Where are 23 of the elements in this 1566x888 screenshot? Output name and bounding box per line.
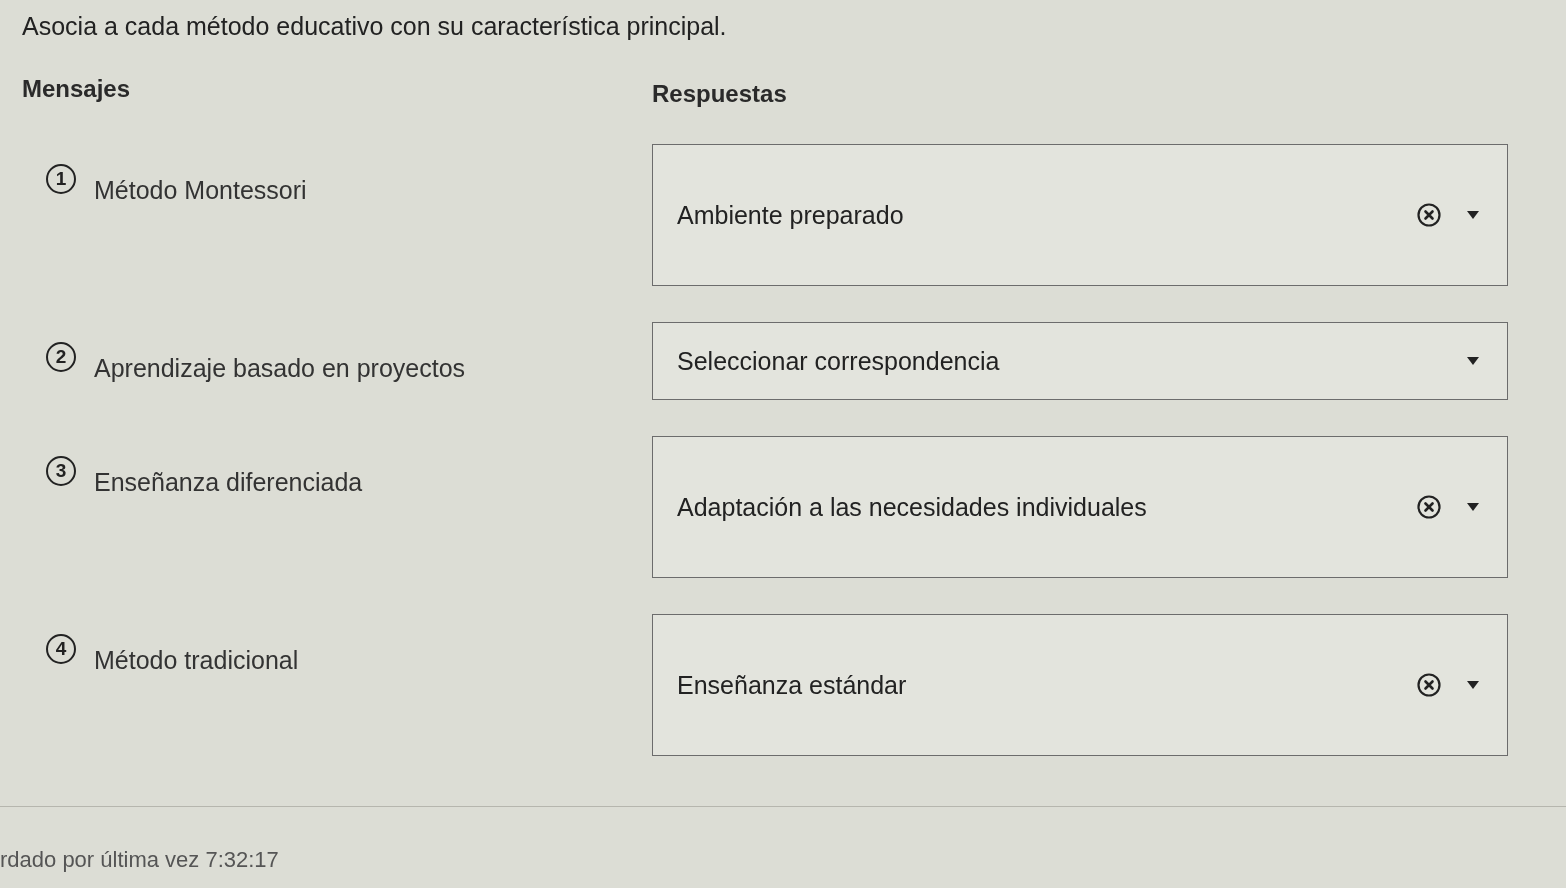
answer-dropdown[interactable]: Seleccionar correspondencia [652,322,1508,400]
message-text: Método tradicional [94,646,299,675]
column-heading: Respuestas [652,80,787,108]
item-number: 2 [46,342,76,372]
message-text: Enseñanza diferenciada [94,468,363,497]
caret-icon[interactable] [1467,357,1479,365]
caret-icon[interactable] [1467,681,1479,689]
answer-dropdown[interactable]: Ambiente preparado [652,144,1508,286]
clear-icon[interactable] [1417,495,1441,519]
answer-dropdown[interactable]: Enseñanza estándar [652,614,1508,756]
column-heading: Mensajes [22,75,131,104]
clear-icon[interactable] [1417,673,1441,697]
clear-icon[interactable] [1417,203,1441,227]
caret-icon[interactable] [1467,211,1479,219]
message-text: Aprendizaje basado en proyectos [94,354,466,383]
item-number: 3 [46,456,76,486]
item-number: 4 [46,634,76,664]
instruction-text: Asocia a cada método educativo con su característica principal. [22,12,727,41]
item-number: 1 [46,164,76,194]
caret-icon[interactable] [1467,503,1479,511]
saved-status-text: rdado por última vez 7:32:17 [0,847,279,873]
answer-dropdown[interactable]: Adaptación a las necesidades individuales [652,436,1508,578]
message-text: Método Montessori [94,176,307,205]
